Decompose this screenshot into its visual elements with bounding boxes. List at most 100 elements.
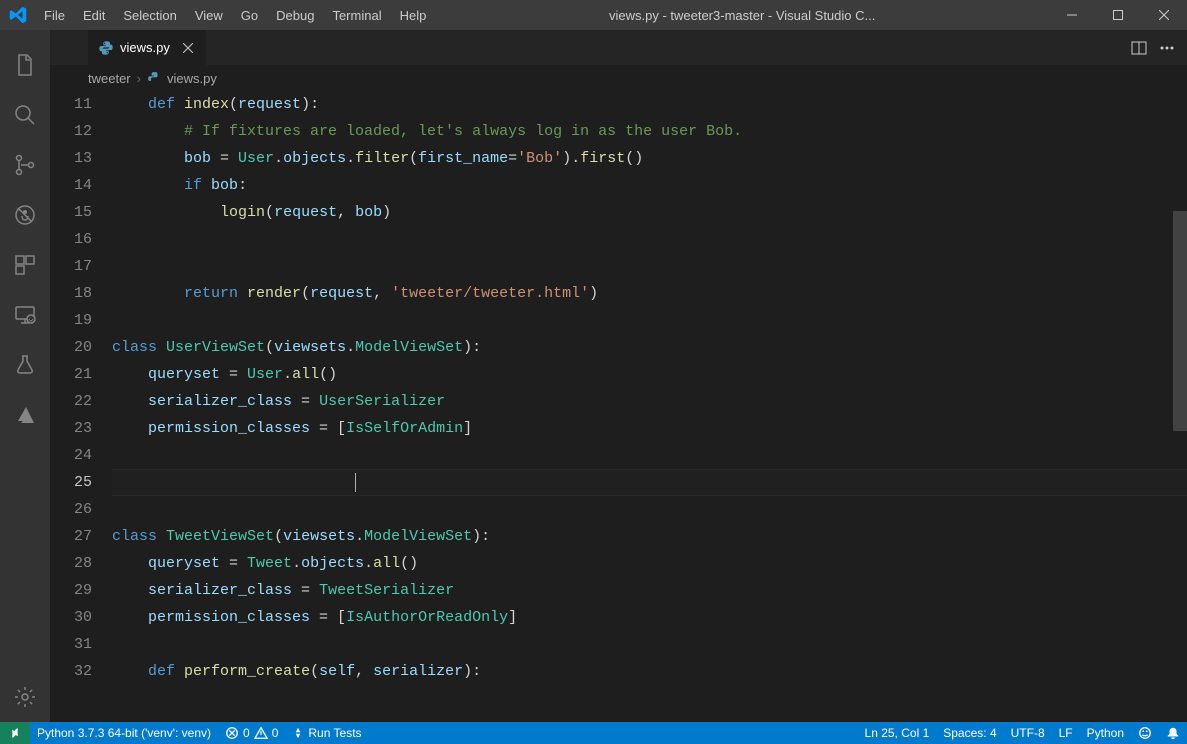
menu-file[interactable]: File — [35, 0, 74, 30]
line-numbers-gutter: 1112131415161718192021222324252627282930… — [50, 91, 112, 722]
menu-bar: FileEditSelectionViewGoDebugTerminalHelp — [35, 0, 435, 30]
minimize-button[interactable] — [1049, 0, 1095, 30]
line-number: 32 — [50, 658, 92, 685]
line-number: 27 — [50, 523, 92, 550]
python-interpreter[interactable]: Python 3.7.3 64-bit ('venv': venv) — [30, 722, 218, 744]
code-line[interactable]: serializer_class = UserSerializer — [112, 388, 1187, 415]
debug-icon[interactable] — [0, 190, 50, 240]
menu-selection[interactable]: Selection — [114, 0, 185, 30]
code-line[interactable]: class UserViewSet(viewsets.ModelViewSet)… — [112, 334, 1187, 361]
code-line[interactable] — [112, 496, 1187, 523]
code-line[interactable]: # If fixtures are loaded, let's always l… — [112, 118, 1187, 145]
line-number: 16 — [50, 226, 92, 253]
cursor-position[interactable]: Ln 25, Col 1 — [858, 722, 937, 744]
breadcrumbs[interactable]: tweeter › views.py — [50, 65, 1187, 91]
code-line[interactable]: login(request, bob) — [112, 199, 1187, 226]
line-number: 17 — [50, 253, 92, 280]
code-line[interactable]: if bob: — [112, 172, 1187, 199]
tab-close-icon[interactable] — [180, 40, 196, 56]
split-editor-icon[interactable] — [1131, 40, 1147, 56]
remote-indicator[interactable] — [0, 722, 30, 744]
warning-count: 0 — [272, 726, 279, 740]
menu-help[interactable]: Help — [391, 0, 436, 30]
run-tests[interactable]: Run Tests — [285, 722, 368, 744]
language-mode[interactable]: Python — [1080, 722, 1131, 744]
breadcrumb-folder[interactable]: tweeter — [88, 71, 131, 86]
encoding[interactable]: UTF-8 — [1004, 722, 1052, 744]
code-line[interactable]: permission_classes = [IsAuthorOrReadOnly… — [112, 604, 1187, 631]
extensions-icon[interactable] — [0, 240, 50, 290]
explorer-icon[interactable] — [0, 40, 50, 90]
line-number: 30 — [50, 604, 92, 631]
breadcrumb-file[interactable]: views.py — [167, 71, 217, 86]
menu-view[interactable]: View — [186, 0, 232, 30]
code-line[interactable] — [112, 226, 1187, 253]
code-line[interactable]: def perform_create(self, serializer): — [112, 658, 1187, 685]
tab-views-py[interactable]: views.py — [88, 30, 207, 65]
statusbar: Python 3.7.3 64-bit ('venv': venv) 0 0 R… — [0, 722, 1187, 744]
remote-explorer-icon[interactable] — [0, 290, 50, 340]
test-icon[interactable] — [0, 340, 50, 390]
line-number: 21 — [50, 361, 92, 388]
line-number: 22 — [50, 388, 92, 415]
more-actions-icon[interactable] — [1159, 40, 1175, 56]
vscode-logo-icon — [0, 6, 35, 24]
python-file-icon — [147, 71, 161, 85]
code-line[interactable]: return render(request, 'tweeter/tweeter.… — [112, 280, 1187, 307]
line-number: 31 — [50, 631, 92, 658]
tabs-bar: views.py — [50, 30, 1187, 65]
code-line[interactable]: permission_classes = [IsSelfOrAdmin] — [112, 415, 1187, 442]
search-icon[interactable] — [0, 90, 50, 140]
code-line[interactable] — [112, 253, 1187, 280]
notifications-icon[interactable] — [1159, 722, 1187, 744]
code-line[interactable]: def index(request): — [112, 91, 1187, 118]
line-number: 24 — [50, 442, 92, 469]
code-line[interactable]: queryset = User.all() — [112, 361, 1187, 388]
menu-go[interactable]: Go — [232, 0, 267, 30]
line-number: 28 — [50, 550, 92, 577]
code-line[interactable]: serializer_class = TweetSerializer — [112, 577, 1187, 604]
menu-edit[interactable]: Edit — [74, 0, 114, 30]
code-line[interactable] — [112, 469, 1187, 496]
code-editor[interactable]: 1112131415161718192021222324252627282930… — [50, 91, 1187, 722]
line-number: 14 — [50, 172, 92, 199]
indentation[interactable]: Spaces: 4 — [936, 722, 1003, 744]
line-number: 20 — [50, 334, 92, 361]
close-button[interactable] — [1141, 0, 1187, 30]
line-number: 12 — [50, 118, 92, 145]
code-content[interactable]: def index(request): # If fixtures are lo… — [112, 91, 1187, 722]
azure-icon[interactable] — [0, 390, 50, 440]
line-number: 25 — [50, 469, 92, 496]
code-line[interactable] — [112, 307, 1187, 334]
menu-terminal[interactable]: Terminal — [323, 0, 390, 30]
settings-gear-icon[interactable] — [0, 672, 50, 722]
code-line[interactable]: bob = User.objects.filter(first_name='Bo… — [112, 145, 1187, 172]
menu-debug[interactable]: Debug — [267, 0, 323, 30]
line-number: 26 — [50, 496, 92, 523]
line-number: 15 — [50, 199, 92, 226]
maximize-button[interactable] — [1095, 0, 1141, 30]
python-file-icon — [98, 40, 114, 56]
tab-label: views.py — [120, 40, 170, 55]
window-title: views.py - tweeter3-master - Visual Stud… — [435, 8, 1049, 23]
code-line[interactable] — [112, 631, 1187, 658]
code-line[interactable] — [112, 442, 1187, 469]
line-number: 11 — [50, 91, 92, 118]
code-line[interactable]: class TweetViewSet(viewsets.ModelViewSet… — [112, 523, 1187, 550]
chevron-right-icon: › — [137, 71, 141, 86]
line-number: 29 — [50, 577, 92, 604]
eol[interactable]: LF — [1052, 722, 1080, 744]
titlebar: FileEditSelectionViewGoDebugTerminalHelp… — [0, 0, 1187, 30]
problems-indicator[interactable]: 0 0 — [218, 722, 285, 744]
line-number: 13 — [50, 145, 92, 172]
code-line[interactable]: queryset = Tweet.objects.all() — [112, 550, 1187, 577]
line-number: 19 — [50, 307, 92, 334]
line-number: 18 — [50, 280, 92, 307]
run-tests-label: Run Tests — [308, 726, 361, 740]
editor-area: views.py tweeter › views.py — [50, 30, 1187, 722]
source-control-icon[interactable] — [0, 140, 50, 190]
feedback-icon[interactable] — [1131, 722, 1159, 744]
activity-bar — [0, 30, 50, 722]
line-number: 23 — [50, 415, 92, 442]
window-controls — [1049, 0, 1187, 30]
